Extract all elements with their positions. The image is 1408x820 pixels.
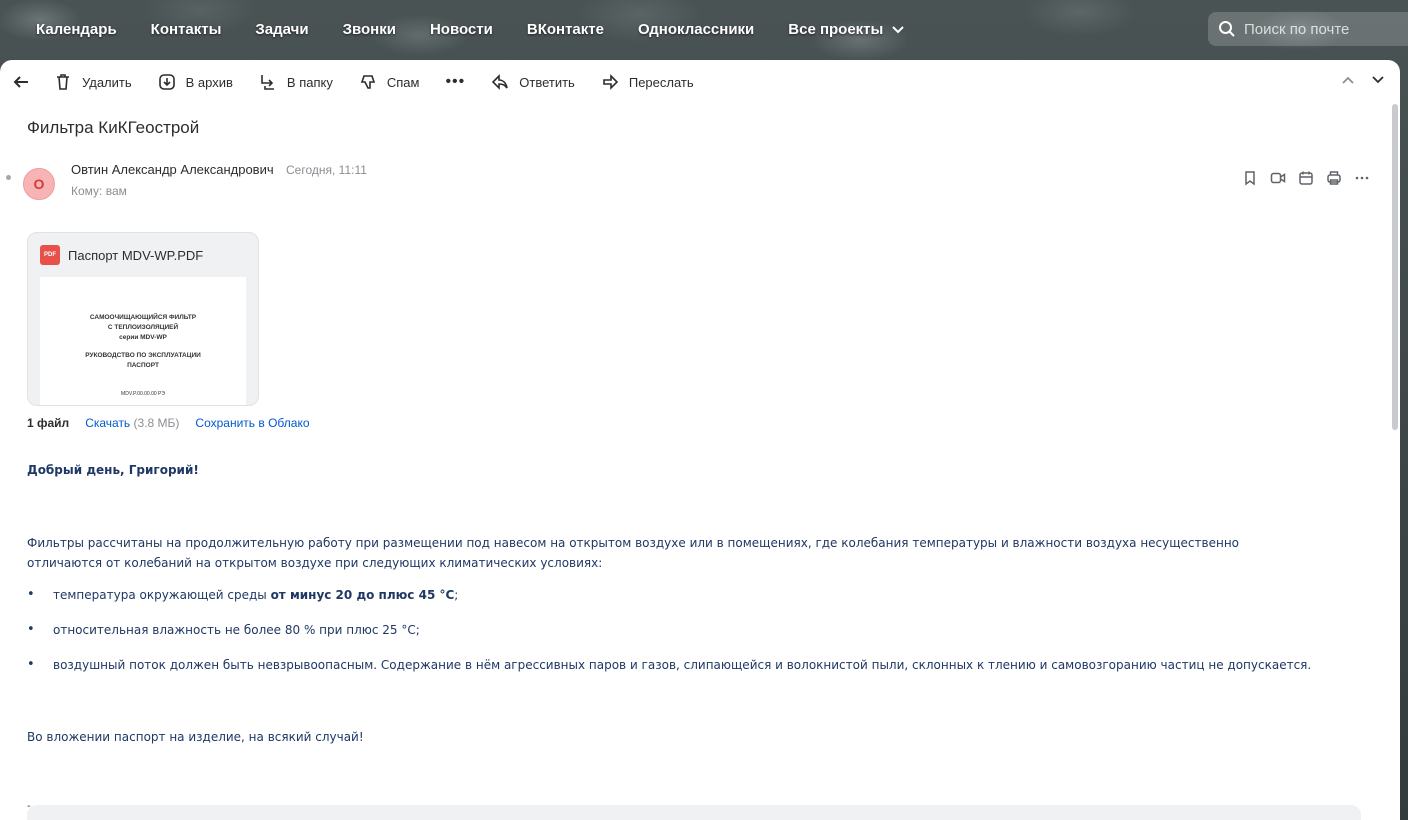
greeting: Добрый день, Григорий! — [27, 463, 199, 477]
recipient-label: Кому: — [71, 184, 103, 198]
chevron-up-icon[interactable] — [1340, 72, 1356, 88]
attachment-header: PDF Паспорт MDV-WP.PDF — [28, 233, 258, 265]
read-status-dot[interactable] — [6, 175, 11, 180]
forward-button[interactable]: Переслать — [601, 73, 694, 91]
quoted-message-bar[interactable] — [27, 805, 1361, 820]
preview-line: MDV.P.00.00.00 РЭ — [121, 391, 165, 397]
preview-line: САМООЧИЩАЮЩИЙСЯ ФИЛЬТР — [89, 314, 197, 321]
list-item: относительная влажность не более 80 % пр… — [27, 622, 1311, 638]
pdf-file-icon: PDF — [40, 245, 60, 265]
bookmark-icon[interactable] — [1242, 170, 1258, 186]
chevron-down-icon[interactable] — [1370, 72, 1386, 88]
message-body: Добрый день, Григорий! Фильтры рассчитан… — [27, 463, 1327, 812]
forward-icon — [603, 74, 618, 90]
nav-item-calls[interactable]: Звонки — [343, 21, 396, 38]
sender-name[interactable]: Овтин Александр Александрович — [71, 162, 274, 177]
reply-icon — [492, 74, 509, 90]
reply-button[interactable]: Ответить — [491, 73, 575, 91]
attachment-card[interactable]: PDF Паспорт MDV-WP.PDF САМООЧИЩАЮЩИЙСЯ Ф… — [27, 232, 259, 406]
preview-line: РУКОВОДСТВО ПО ЭКСПЛУАТАЦИИ — [85, 352, 201, 359]
nav-item-contacts[interactable]: Контакты — [151, 21, 222, 38]
message-subject: Фильтра КиКГеострой — [27, 118, 200, 137]
calendar-icon[interactable] — [1298, 170, 1314, 186]
list-item-bold: от минус 20 до плюс 45 °С — [270, 588, 455, 602]
back-button[interactable] — [12, 73, 30, 91]
body-paragraph: Фильтры рассчитаны на продолжительную ра… — [27, 536, 1240, 570]
message-panel: Удалить В архив В папку Спам ••• Ответит… — [0, 60, 1400, 820]
nav-item-odnoklassniki[interactable]: Одноклассники — [638, 21, 754, 38]
top-navigation: Календарь Контакты Задачи Звонки Новости… — [0, 0, 1408, 58]
avatar[interactable]: О — [23, 168, 55, 200]
list-item: температура окружающей среды от минус 20… — [27, 587, 1311, 603]
video-icon[interactable] — [1270, 170, 1286, 186]
recipient-value: вам — [105, 184, 127, 198]
print-icon[interactable] — [1326, 170, 1342, 186]
message-date: Сегодня, 11:11 — [286, 163, 367, 177]
message-toolbar: Удалить В архив В папку Спам ••• Ответит… — [0, 60, 1400, 104]
more-actions-button[interactable]: ••• — [445, 73, 465, 91]
recipient-line: Кому: вам — [71, 184, 127, 198]
preview-line: ПАСПОРТ — [127, 362, 159, 369]
move-to-folder-label: В папку — [286, 74, 333, 90]
message-actions — [1242, 170, 1370, 186]
nav-items: Календарь Контакты Задачи Звонки Новости… — [0, 0, 939, 58]
spam-button[interactable]: Спам — [359, 73, 420, 91]
archive-label: В архив — [185, 74, 233, 90]
folder-move-icon — [261, 75, 274, 90]
nav-item-all-projects-label: Все проекты — [788, 20, 884, 38]
back-arrow-icon — [13, 76, 28, 88]
nav-item-vkontakte[interactable]: ВКонтакте — [527, 21, 604, 38]
spam-icon — [360, 75, 375, 89]
move-to-folder-button[interactable]: В папку — [259, 73, 333, 91]
search-input[interactable] — [1244, 20, 1404, 38]
file-size: (3.8 МБ) — [133, 416, 180, 430]
download-group: Скачать (3.8 МБ) — [85, 416, 179, 430]
list-item-text: ; — [454, 588, 459, 602]
download-link[interactable]: Скачать — [85, 416, 130, 430]
scrollbar-thumb[interactable] — [1392, 104, 1398, 430]
archive-icon — [158, 74, 175, 90]
list-item-text: температура окружающей среды — [53, 588, 271, 602]
preview-line: С ТЕПЛОИЗОЛЯЦИЕЙ — [107, 324, 179, 331]
attachment-filename[interactable]: Паспорт MDV-WP.PDF — [68, 248, 203, 263]
body-paragraph: Во вложении паспорт на изделие, на всяки… — [27, 730, 364, 744]
save-to-cloud-link[interactable]: Сохранить в Облако — [195, 416, 309, 430]
forward-label: Переслать — [628, 74, 694, 90]
search-box[interactable] — [1208, 12, 1408, 46]
trash-icon — [57, 74, 69, 90]
search-icon — [1219, 21, 1235, 37]
delete-button[interactable]: Удалить — [54, 73, 132, 91]
nav-item-calendar[interactable]: Календарь — [36, 21, 117, 38]
spam-label: Спам — [386, 74, 420, 90]
nav-item-news[interactable]: Новости — [430, 21, 493, 38]
archive-button[interactable]: В архив — [158, 73, 233, 91]
preview-line: серии MDV-WP — [119, 334, 167, 341]
reply-label: Ответить — [519, 74, 575, 90]
list-item: воздушный поток должен быть невзрывоопас… — [27, 657, 1311, 673]
attachment-actions: 1 файл Скачать (3.8 МБ) Сохранить в Обла… — [27, 416, 310, 430]
chevron-down-icon — [892, 26, 905, 34]
conditions-list: температура окружающей среды от минус 20… — [27, 587, 1311, 692]
files-count: 1 файл — [27, 416, 70, 430]
nav-item-all-projects[interactable]: Все проекты — [788, 21, 905, 38]
delete-label: Удалить — [82, 74, 132, 90]
attachment-preview[interactable]: САМООЧИЩАЮЩИЙСЯ ФИЛЬТР С ТЕПЛОИЗОЛЯЦИЕЙ … — [40, 277, 246, 405]
nav-item-tasks[interactable]: Задачи — [255, 21, 308, 38]
message-navigation — [1340, 72, 1386, 88]
more-icon[interactable] — [1354, 170, 1370, 186]
